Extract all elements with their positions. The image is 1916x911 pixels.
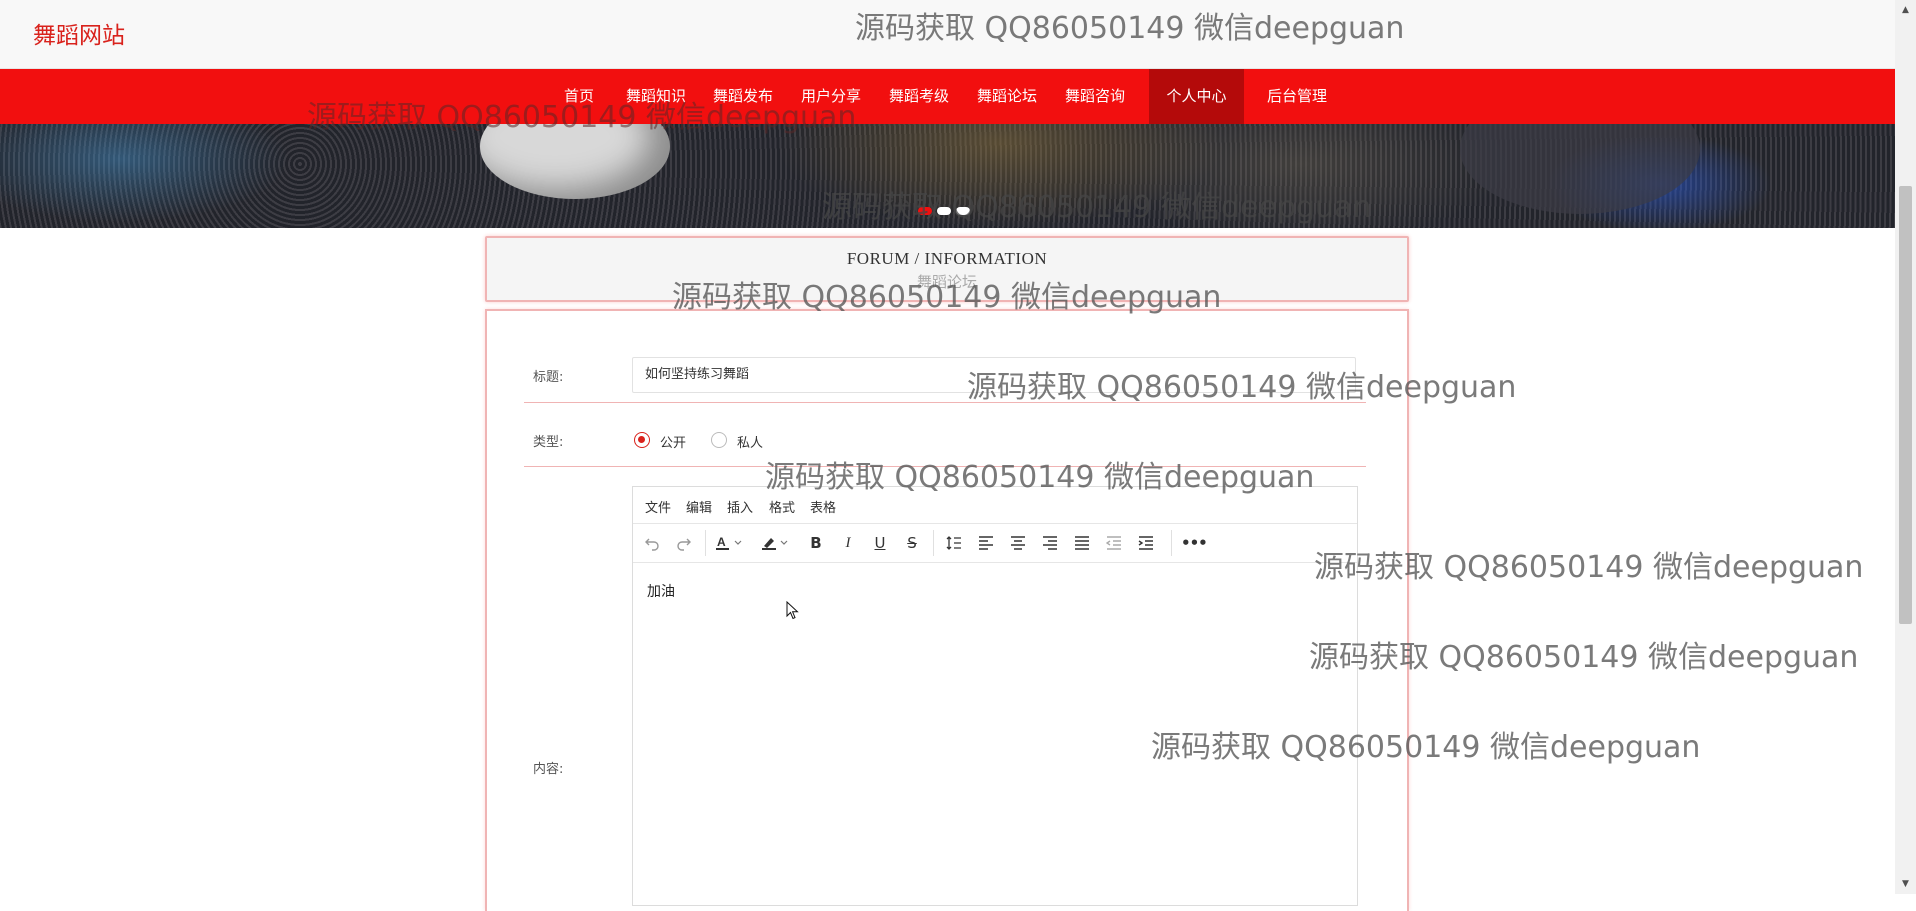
menu-edit[interactable]: 编辑 bbox=[686, 497, 712, 516]
nav-item-dance-publish[interactable]: 舞蹈发布 bbox=[703, 69, 783, 124]
nav-item-admin[interactable]: 后台管理 bbox=[1257, 69, 1337, 124]
mouse-cursor-icon bbox=[786, 601, 799, 620]
carousel-dot[interactable] bbox=[937, 207, 951, 215]
nav-item-dance-grade[interactable]: 舞蹈考级 bbox=[879, 69, 959, 124]
carousel-indicators bbox=[918, 200, 975, 219]
banner-carousel bbox=[0, 124, 1895, 228]
nav-item-personal-center[interactable]: 个人中心 bbox=[1149, 69, 1244, 124]
highlight-icon[interactable] bbox=[761, 532, 791, 554]
line-height-icon[interactable] bbox=[943, 532, 965, 554]
editor-toolbar: A B I U S ••• bbox=[633, 524, 1357, 563]
banner-image bbox=[480, 124, 670, 199]
undo-icon[interactable] bbox=[641, 532, 663, 554]
type-label: 类型: bbox=[533, 435, 564, 450]
align-left-icon[interactable] bbox=[975, 532, 997, 554]
title-label: 标题: bbox=[533, 370, 564, 385]
nav-item-dance-forum[interactable]: 舞蹈论坛 bbox=[967, 69, 1047, 124]
scroll-up-arrow-icon[interactable]: ▲ bbox=[1899, 4, 1912, 16]
menu-format[interactable]: 格式 bbox=[769, 497, 795, 516]
more-icon[interactable]: ••• bbox=[1181, 532, 1208, 554]
outdent-icon[interactable] bbox=[1103, 532, 1125, 554]
scroll-down-arrow-icon[interactable]: ▼ bbox=[1899, 878, 1912, 890]
menu-insert[interactable]: 插入 bbox=[727, 497, 753, 516]
title-input[interactable]: 如何坚持练习舞蹈 bbox=[632, 357, 1356, 393]
main-nav: 首页 舞蹈知识 舞蹈发布 用户分享 舞蹈考级 舞蹈论坛 舞蹈咨询 个人中心 后台… bbox=[0, 69, 1895, 124]
align-justify-icon[interactable] bbox=[1071, 532, 1093, 554]
carousel-dot[interactable] bbox=[956, 207, 970, 215]
menu-table[interactable]: 表格 bbox=[810, 497, 836, 516]
nav-item-dance-consult[interactable]: 舞蹈咨询 bbox=[1055, 69, 1135, 124]
content-label: 内容: bbox=[533, 762, 564, 777]
editor-content-text: 加油 bbox=[647, 584, 675, 600]
scrollbar-thumb[interactable] bbox=[1899, 186, 1912, 624]
divider bbox=[524, 402, 1366, 403]
editor-menubar: 文件 编辑 插入 格式 表格 bbox=[633, 487, 1357, 524]
section-title-cn: 舞蹈论坛 bbox=[916, 273, 977, 291]
text-color-icon[interactable]: A bbox=[715, 532, 745, 554]
menu-file[interactable]: 文件 bbox=[645, 497, 671, 516]
radio-private-label[interactable]: 私人 bbox=[737, 432, 763, 451]
top-header: 舞蹈网站 bbox=[0, 0, 1895, 69]
section-header: FORUM / INFORMATION 舞蹈论坛 bbox=[485, 236, 1409, 302]
radio-public-label[interactable]: 公开 bbox=[660, 432, 686, 451]
nav-item-user-share[interactable]: 用户分享 bbox=[791, 69, 871, 124]
strikethrough-icon[interactable]: S bbox=[901, 532, 923, 554]
align-right-icon[interactable] bbox=[1039, 532, 1061, 554]
rich-text-editor: 文件 编辑 插入 格式 表格 A B I U S ••• 加油 bbox=[632, 486, 1358, 906]
radio-private[interactable] bbox=[711, 432, 727, 448]
carousel-dot[interactable] bbox=[918, 207, 932, 215]
underline-icon[interactable]: U bbox=[869, 532, 891, 554]
indent-icon[interactable] bbox=[1135, 532, 1157, 554]
section-title-en: FORUM / INFORMATION bbox=[846, 249, 1048, 268]
italic-icon[interactable]: I bbox=[837, 532, 859, 554]
redo-icon[interactable] bbox=[673, 532, 695, 554]
align-center-icon[interactable] bbox=[1007, 532, 1029, 554]
nav-item-dance-knowledge[interactable]: 舞蹈知识 bbox=[616, 69, 696, 124]
svg-text:A: A bbox=[717, 535, 726, 549]
site-logo[interactable]: 舞蹈网站 bbox=[33, 16, 125, 50]
editor-content-area[interactable]: 加油 bbox=[633, 563, 1357, 619]
divider bbox=[524, 466, 1366, 467]
bold-icon[interactable]: B bbox=[805, 532, 827, 554]
radio-public[interactable] bbox=[634, 432, 650, 448]
nav-item-home[interactable]: 首页 bbox=[552, 69, 606, 124]
